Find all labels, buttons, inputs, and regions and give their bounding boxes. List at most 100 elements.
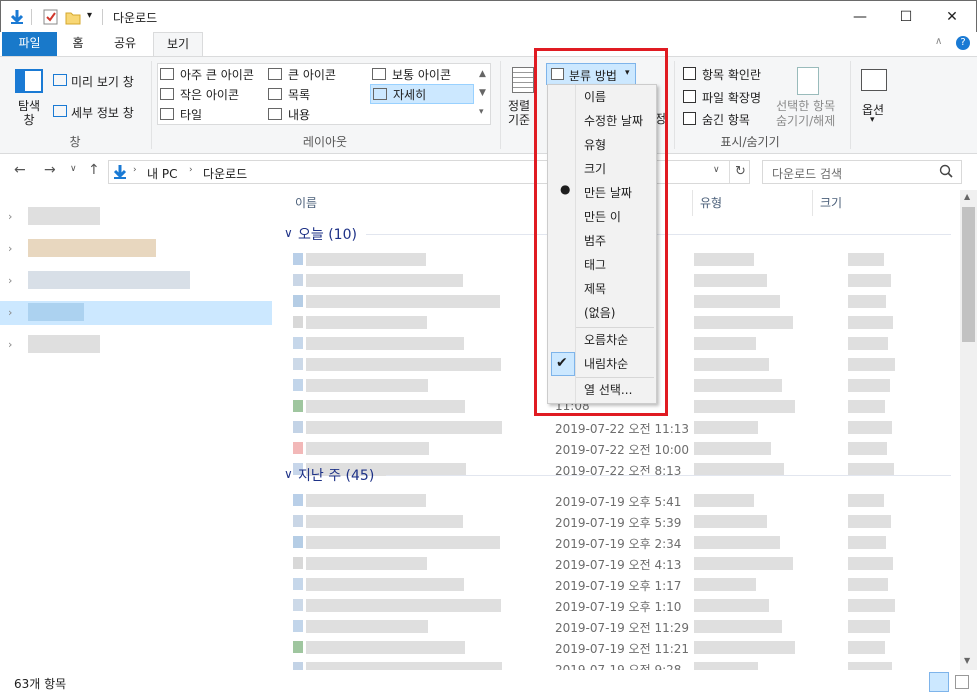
file-type-redacted [694, 494, 754, 507]
layout-medium-icons[interactable]: 보통 아이콘 [392, 66, 451, 83]
close-button[interactable]: ✕ [929, 1, 975, 33]
file-name-redacted [306, 599, 501, 612]
address-divider [729, 161, 730, 183]
new-folder-icon[interactable] [65, 9, 81, 25]
layout-content[interactable]: 내용 [288, 106, 310, 123]
file-row[interactable]: 2019-07-19 오전 4:13 [276, 553, 960, 574]
layout-details[interactable]: 자세히 [393, 86, 426, 103]
title-separator [31, 9, 32, 25]
layout-large-icons[interactable]: 큰 아이콘 [288, 66, 336, 83]
file-row[interactable]: 2019-07-19 오후 1:17 [276, 574, 960, 595]
file-row[interactable]: 2019-07-19 오후 5:39 [276, 511, 960, 532]
vertical-scrollbar[interactable]: ▲ ▼ [960, 190, 977, 670]
file-icon [293, 536, 303, 548]
layout-extra-large-icons[interactable]: 아주 큰 아이콘 [180, 66, 254, 83]
scroll-up-icon[interactable]: ▲ [964, 192, 970, 201]
breadcrumb-chevron-icon[interactable]: › [133, 165, 137, 175]
column-header-size[interactable]: 크기 [820, 194, 842, 211]
group-collapse-chevron-icon[interactable]: ∨ [284, 226, 293, 240]
recent-locations-chevron-icon[interactable]: ∨ [70, 164, 77, 174]
nav-item-4[interactable] [28, 303, 84, 321]
file-row[interactable]: 2019-07-19 오전 11:21 [276, 637, 960, 658]
help-icon[interactable]: ? [956, 36, 970, 50]
scroll-thumb[interactable] [962, 207, 975, 342]
column-header-type[interactable]: 유형 [700, 194, 722, 211]
file-name-redacted [306, 337, 464, 350]
layout-tiles[interactable]: 타일 [180, 106, 202, 123]
details-pane-icon [53, 105, 67, 117]
tab-file[interactable]: 파일 [2, 32, 57, 56]
file-row[interactable]: 2019-07-19 오후 5:41 [276, 490, 960, 511]
hidden-items-checkbox[interactable] [683, 112, 696, 125]
up-arrow-icon[interactable]: ↑ [88, 162, 100, 178]
ribbon-separator-2 [500, 61, 501, 149]
tab-share[interactable]: 공유 [100, 32, 150, 56]
forward-arrow-icon[interactable]: → [44, 162, 56, 178]
customize-quick-access-icon[interactable]: ▾ [87, 10, 92, 21]
search-input[interactable]: 다운로드 검색 [762, 160, 962, 184]
large-icons-view-icon[interactable] [955, 675, 969, 689]
preview-pane-button[interactable]: 미리 보기 창 [71, 73, 134, 90]
nav-item-3[interactable] [28, 271, 190, 289]
file-name-redacted [306, 253, 426, 266]
layout-small-icons[interactable]: 작은 아이콘 [180, 86, 239, 103]
nav-item-2[interactable] [28, 239, 156, 257]
file-name-redacted [306, 442, 429, 455]
nav-item-1[interactable] [28, 207, 100, 225]
file-type-redacted [694, 578, 756, 591]
file-type-redacted [694, 442, 771, 455]
layout-group-label: 레이아웃 [302, 135, 348, 149]
file-row[interactable]: 2019-07-19 오후 2:34 [276, 532, 960, 553]
file-size-redacted [848, 379, 890, 392]
file-size-redacted [848, 620, 890, 633]
group-collapse-chevron-icon[interactable]: ∨ [284, 467, 293, 481]
title-bar: ▾ 다운로드 — ☐ ✕ [0, 0, 977, 32]
column-divider [692, 190, 693, 216]
properties-icon[interactable] [43, 9, 59, 25]
file-name-redacted [306, 274, 463, 287]
group-header-today[interactable]: 오늘 (10) [298, 224, 357, 244]
column-header-name[interactable]: 이름 [295, 194, 317, 211]
file-date: 2019-07-19 오전 11:21 [555, 642, 690, 656]
file-row[interactable]: 2019-07-19 오후 1:10 [276, 595, 960, 616]
file-row[interactable]: 2019-07-19 오전 11:29 [276, 616, 960, 637]
expand-chevron-icon[interactable]: › [8, 338, 12, 351]
file-row[interactable]: 2019-07-22 오전 8:13 [276, 459, 960, 480]
minimize-button[interactable]: — [837, 1, 883, 33]
file-row[interactable]: 2019-07-22 오전 11:13 [276, 417, 960, 438]
refresh-icon[interactable]: ↻ [735, 164, 746, 179]
scroll-down-icon[interactable]: ▼ [964, 656, 970, 665]
expand-chevron-icon[interactable]: › [8, 306, 12, 319]
layout-list[interactable]: 목록 [288, 86, 310, 103]
expand-chevron-icon[interactable]: › [8, 210, 12, 223]
list-icon [268, 88, 282, 100]
file-type-redacted [694, 379, 782, 392]
maximize-button[interactable]: ☐ [883, 1, 929, 33]
search-icon[interactable] [939, 164, 953, 181]
nav-item-5[interactable] [28, 335, 100, 353]
breadcrumb-this-pc[interactable]: 내 PC [147, 165, 177, 182]
tab-view[interactable]: 보기 [153, 32, 203, 57]
expand-chevron-icon[interactable]: › [8, 242, 12, 255]
expand-chevron-icon[interactable]: › [8, 274, 12, 287]
file-row[interactable]: 2019-07-22 오전 10:00 [276, 438, 960, 459]
breadcrumb-downloads[interactable]: 다운로드 [203, 165, 247, 182]
group-header-last-week[interactable]: 지난 주 (45) [298, 465, 374, 485]
file-type-redacted [694, 536, 780, 549]
collapse-ribbon-icon[interactable]: ∧ [935, 36, 942, 47]
address-dropdown-icon[interactable]: ∨ [713, 165, 720, 175]
item-checkboxes-checkbox[interactable] [683, 67, 696, 80]
hide-selected-items-button[interactable]: 선택한 항목 숨기기/해제 [776, 99, 835, 129]
details-view-icon[interactable] [929, 672, 949, 692]
file-type-redacted [694, 599, 769, 612]
file-date: 2019-07-22 오전 8:13 [555, 464, 682, 478]
details-pane-button[interactable]: 세부 정보 창 [71, 104, 134, 121]
back-arrow-icon[interactable]: ← [14, 162, 26, 178]
preview-pane-icon [53, 74, 67, 86]
breadcrumb-chevron-icon-2[interactable]: › [189, 165, 193, 175]
file-size-redacted [848, 536, 886, 549]
layout-scroll-icon[interactable]: ▲ ▼ ▾ [479, 65, 486, 122]
tab-home[interactable]: 홈 [60, 32, 96, 56]
navigation-pane-button[interactable]: 탐색 창 [14, 99, 44, 127]
file-extensions-checkbox[interactable] [683, 90, 696, 103]
